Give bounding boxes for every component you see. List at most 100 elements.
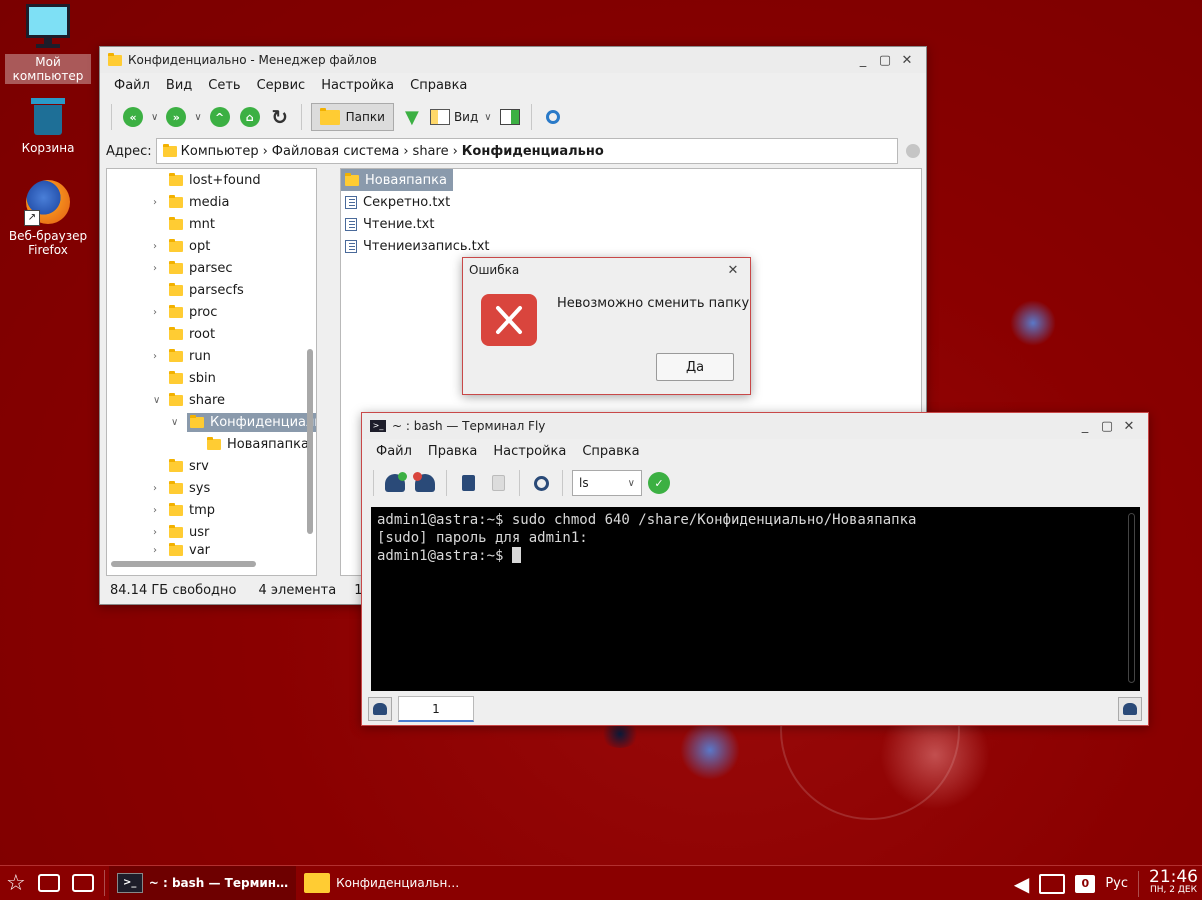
- tree-item[interactable]: › media: [153, 191, 230, 213]
- tree-item-selected[interactable]: ∨Конфиденциальн: [171, 411, 316, 433]
- terminal-console[interactable]: admin1@astra:~$ sudo chmod 640 /share/Ко…: [371, 507, 1140, 691]
- up-button[interactable]: ^: [208, 105, 232, 129]
- filter-button[interactable]: ▼: [400, 105, 424, 129]
- menu-file[interactable]: Файл: [368, 444, 420, 459]
- refresh-button[interactable]: ↻: [268, 105, 292, 129]
- chevron-down-icon[interactable]: ∨: [151, 112, 158, 123]
- command-select[interactable]: ls ∨: [572, 470, 642, 496]
- tree-item[interactable]: root: [153, 323, 215, 345]
- close-button[interactable]: ✕: [896, 53, 918, 68]
- file-item-folder[interactable]: Новаяпапка: [341, 169, 453, 191]
- desktop-icon-trash[interactable]: Корзина: [5, 98, 91, 156]
- search-button[interactable]: [529, 471, 553, 495]
- tree-item[interactable]: › usr: [153, 521, 209, 543]
- volume-icon[interactable]: ◀: [1014, 872, 1029, 896]
- menu-settings[interactable]: Настройка: [485, 444, 574, 459]
- menu-file[interactable]: Файл: [106, 78, 158, 93]
- tree-item[interactable]: › tmp: [153, 499, 215, 521]
- tree-vertical-scrollbar[interactable]: [307, 349, 313, 534]
- expand-icon[interactable]: ›: [153, 545, 163, 556]
- minimize-button[interactable]: _: [852, 53, 874, 68]
- chevron-down-icon[interactable]: ∨: [194, 112, 201, 123]
- breadcrumb-share[interactable]: share: [413, 144, 449, 159]
- new-panel-button[interactable]: [498, 105, 522, 129]
- desktop-icon-my-computer[interactable]: Мой компьютер: [5, 4, 91, 84]
- tree-item[interactable]: › sys: [153, 477, 210, 499]
- copy-button[interactable]: [456, 471, 480, 495]
- expand-icon[interactable]: ›: [153, 527, 163, 538]
- keyboard-layout[interactable]: Рус: [1105, 876, 1128, 891]
- collapse-icon[interactable]: ∨: [153, 395, 163, 406]
- tree-item[interactable]: › parsec: [153, 257, 232, 279]
- desktop-switcher-button[interactable]: [66, 866, 100, 900]
- breadcrumb-filesystem[interactable]: Файловая система: [272, 144, 400, 159]
- new-tab-button[interactable]: [368, 697, 392, 721]
- menu-view[interactable]: Вид: [158, 78, 200, 93]
- maximize-button[interactable]: ▢: [874, 53, 896, 68]
- close-session-button[interactable]: [413, 471, 437, 495]
- expand-icon[interactable]: ›: [153, 307, 163, 318]
- home-button[interactable]: ⌂: [238, 105, 262, 129]
- expand-icon[interactable]: ›: [153, 197, 163, 208]
- tree-item[interactable]: parsecfs: [153, 279, 244, 301]
- taskbar-item-file-manager[interactable]: Конфиденциальн…: [296, 866, 467, 900]
- folders-toggle-button[interactable]: Папки: [310, 103, 394, 131]
- back-button[interactable]: «: [121, 105, 145, 129]
- clock[interactable]: 21:46 ПН, 2 ДЕК: [1149, 868, 1198, 897]
- tree-horizontal-scrollbar[interactable]: [111, 561, 256, 567]
- file-item[interactable]: Чтение.txt: [345, 213, 434, 235]
- titlebar[interactable]: >_ ~ : bash — Терминал Fly _ ▢ ✕: [362, 413, 1148, 439]
- execute-check-icon[interactable]: ✓: [648, 472, 670, 494]
- menu-edit[interactable]: Правка: [420, 444, 485, 459]
- expand-icon[interactable]: ›: [153, 351, 163, 362]
- show-desktop-button[interactable]: [32, 866, 66, 900]
- tree-item[interactable]: lost+found: [153, 169, 261, 191]
- expand-icon[interactable]: ›: [153, 263, 163, 274]
- tree-item[interactable]: srv: [153, 455, 209, 477]
- ok-button[interactable]: Да: [656, 353, 734, 381]
- close-button[interactable]: ✕: [1118, 419, 1140, 434]
- terminal-tab[interactable]: 1: [398, 696, 474, 722]
- breadcrumb-computer[interactable]: Компьютер: [181, 144, 259, 159]
- tree-item[interactable]: ∨ share: [153, 389, 225, 411]
- tree-item[interactable]: › run: [153, 345, 211, 367]
- expand-icon[interactable]: ›: [153, 483, 163, 494]
- tree-item[interactable]: › var: [153, 543, 210, 557]
- dialog-titlebar[interactable]: Ошибка ✕: [463, 258, 750, 282]
- close-button[interactable]: ✕: [722, 263, 744, 278]
- close-tab-button[interactable]: [1118, 697, 1142, 721]
- view-button[interactable]: Вид: [429, 109, 478, 125]
- menu-network[interactable]: Сеть: [200, 78, 248, 93]
- menu-settings[interactable]: Настройка: [313, 78, 402, 93]
- file-item[interactable]: Чтениеизапись.txt: [345, 235, 490, 257]
- chevron-down-icon[interactable]: ∨: [484, 112, 491, 123]
- maximize-button[interactable]: ▢: [1096, 419, 1118, 434]
- collapse-icon[interactable]: ∨: [171, 417, 181, 428]
- forward-button[interactable]: »: [164, 105, 188, 129]
- tree-item[interactable]: sbin: [153, 367, 216, 389]
- tree-item[interactable]: › opt: [153, 235, 210, 257]
- titlebar[interactable]: Конфиденциально - Менеджер файлов _ ▢ ✕: [100, 47, 926, 73]
- file-item[interactable]: Секретно.txt: [345, 191, 450, 213]
- taskbar-item-terminal[interactable]: >_ ~ : bash — Термин…: [108, 865, 297, 900]
- address-field[interactable]: Компьютер › Файловая система › share › К…: [155, 138, 898, 164]
- console-scrollbar[interactable]: [1128, 513, 1135, 683]
- new-session-button[interactable]: [383, 471, 407, 495]
- search-button[interactable]: [541, 105, 565, 129]
- breadcrumb-current[interactable]: Конфиденциально: [462, 144, 604, 159]
- notifications-badge[interactable]: 0: [1075, 874, 1096, 893]
- tree-item[interactable]: Новаяпапка: [191, 433, 309, 455]
- tree-item[interactable]: › proc: [153, 301, 217, 323]
- minimize-button[interactable]: _: [1074, 419, 1096, 434]
- menu-help[interactable]: Справка: [574, 444, 647, 459]
- start-menu-button[interactable]: ☆: [0, 866, 32, 900]
- menu-help[interactable]: Справка: [402, 78, 475, 93]
- desktop-icon-firefox[interactable]: ↗ Веб-браузер Firefox: [5, 180, 91, 258]
- expand-icon[interactable]: ›: [153, 505, 163, 516]
- tree-item[interactable]: mnt: [153, 213, 215, 235]
- menu-service[interactable]: Сервис: [249, 78, 314, 93]
- go-icon[interactable]: [906, 144, 920, 158]
- expand-icon[interactable]: ›: [153, 241, 163, 252]
- network-icon[interactable]: [1039, 873, 1066, 894]
- paste-button[interactable]: [486, 471, 510, 495]
